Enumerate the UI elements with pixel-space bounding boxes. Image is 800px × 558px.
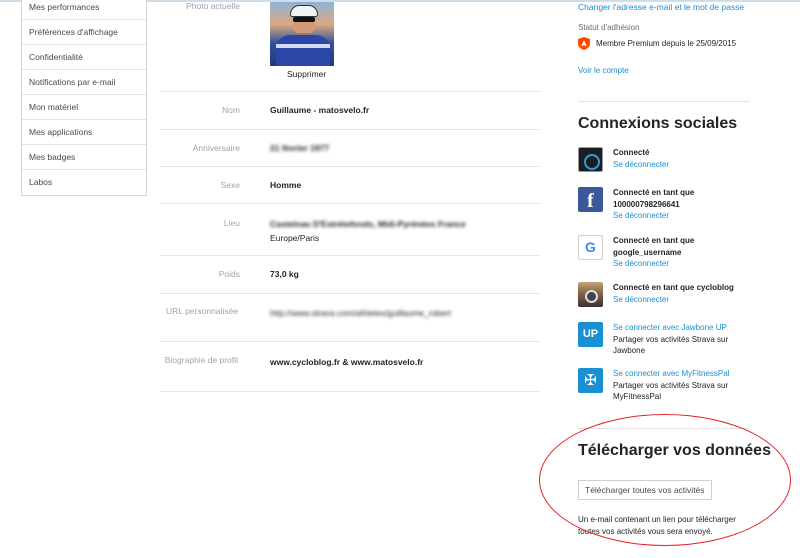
- photo-row: Photo actuelle Supprimer: [160, 0, 540, 92]
- view-account-link[interactable]: Voir le compte: [578, 66, 629, 75]
- connection-status: Connecté: [613, 148, 650, 157]
- sex-value: Homme: [270, 180, 302, 190]
- weight-label: Poids: [218, 269, 240, 279]
- sidebar-item-performances[interactable]: Mes performances: [22, 0, 146, 20]
- sidebar-item-email-notifications[interactable]: Notifications par e-mail: [22, 70, 146, 95]
- birthday-label: Anniversaire: [192, 143, 240, 153]
- premium-shield-icon: [578, 37, 590, 50]
- name-value: Guillaume - matosvelo.fr: [270, 105, 370, 115]
- download-all-activities-button[interactable]: Télécharger toutes vos activités: [578, 480, 712, 500]
- sex-row: Sexe Homme: [160, 167, 540, 204]
- delete-photo-link[interactable]: Supprimer: [287, 68, 326, 80]
- sex-label: Sexe: [220, 180, 240, 190]
- bio-row: Biographie de profil www.cycloblog.fr & …: [160, 342, 540, 392]
- bio-value: www.cycloblog.fr & www.matosvelo.fr: [270, 357, 424, 367]
- sidebar-item-badges[interactable]: Mes badges: [22, 145, 146, 170]
- weight-row: Poids 73,0 kg: [160, 256, 540, 294]
- disconnect-link[interactable]: Se déconnecter: [613, 210, 753, 222]
- avatar[interactable]: [270, 2, 334, 66]
- custom-url-row: URL personnalisée http://www.strava.com/…: [160, 294, 540, 342]
- connection-status: Connecté en tant que cycloblog: [613, 283, 734, 292]
- connection-status: Connecté en tant que google_username: [613, 236, 695, 257]
- download-note: Un e-mail contenant un lien pour télécha…: [578, 515, 736, 536]
- facebook-icon: f: [578, 187, 603, 212]
- jawbone-up-icon: UP: [578, 322, 603, 347]
- divider: [578, 101, 750, 102]
- settings-sidebar: Mes performances Préférences d'affichage…: [21, 0, 147, 196]
- sidebar-item-privacy[interactable]: Confidentialité: [22, 45, 146, 70]
- custom-url-value: http://www.strava.com/athletes/guillaume…: [270, 308, 451, 318]
- garmin-icon: [578, 147, 603, 172]
- birthday-row: Anniversaire 21 février 1977: [160, 130, 540, 167]
- name-label: Nom: [222, 105, 240, 115]
- disconnect-link[interactable]: Se déconnecter: [613, 294, 753, 306]
- divider: [578, 428, 750, 429]
- bio-label: Biographie de profil: [164, 355, 238, 365]
- social-connections-title: Connexions sociales: [578, 115, 738, 132]
- download-data-title: Télécharger vos données: [578, 442, 771, 459]
- disconnect-link[interactable]: Se déconnecter: [613, 258, 753, 270]
- birthday-value: 21 février 1977: [270, 143, 330, 153]
- photo-label: Photo actuelle: [186, 1, 240, 11]
- sidebar-item-display-preferences[interactable]: Préférences d'affichage: [22, 20, 146, 45]
- myfitnesspal-icon: ✠: [578, 368, 603, 393]
- connection-description: Partager vos activités Strava sur Jawbon…: [613, 334, 729, 356]
- sidebar-item-labs[interactable]: Labos: [22, 170, 146, 195]
- membership-status: Membre Premium depuis le 25/09/2015: [596, 39, 737, 48]
- change-email-password-link[interactable]: Changer l'adresse e-mail et le mot de pa…: [578, 2, 744, 12]
- sidebar-item-applications[interactable]: Mes applications: [22, 120, 146, 145]
- connection-status: Connecté en tant que 100000798296641: [613, 188, 695, 209]
- disconnect-link[interactable]: Se déconnecter: [613, 159, 753, 171]
- membership-label: Statut d'adhésion: [578, 23, 640, 32]
- location-row: Lieu Castelnau D'Estrétefonds, Midi-Pyré…: [160, 204, 540, 256]
- location-value: Castelnau D'Estrétefonds, Midi-Pyrénées …: [270, 219, 466, 229]
- sidebar-item-gear[interactable]: Mon matériel: [22, 95, 146, 120]
- instagram-icon: [578, 282, 603, 307]
- location-label: Lieu: [223, 218, 240, 228]
- custom-url-label: URL personnalisée: [166, 306, 238, 316]
- connect-link[interactable]: Se connecter avec Jawbone UP: [613, 322, 753, 334]
- connection-description: Partager vos activités Strava sur MyFitn…: [613, 380, 729, 402]
- weight-value: 73,0 kg: [270, 269, 299, 279]
- name-row: Nom Guillaume - matosvelo.fr: [160, 92, 540, 130]
- google-icon: G: [578, 235, 603, 260]
- timezone-value: Europe/Paris: [270, 233, 320, 243]
- connect-link[interactable]: Se connecter avec MyFitnessPal: [613, 368, 753, 380]
